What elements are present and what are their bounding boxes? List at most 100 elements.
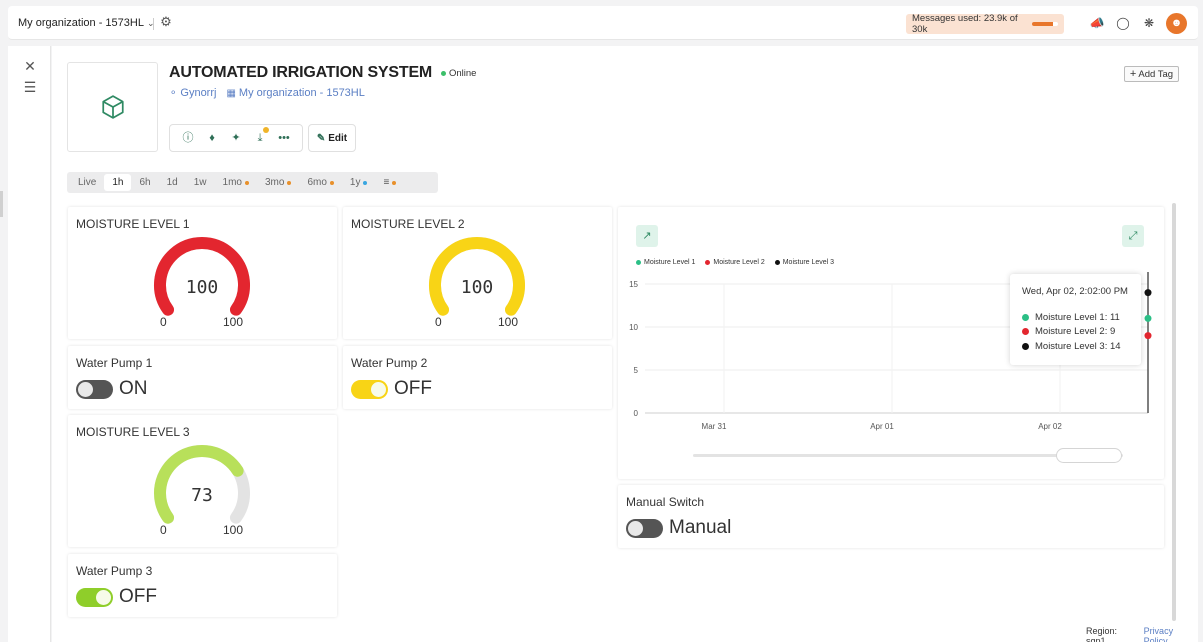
x-tick-label: Apr 01 [870,422,894,431]
time-range-Live[interactable]: Live [70,174,104,191]
custom-range-button[interactable]: ≡ [375,174,404,191]
time-range-3mo[interactable]: 3mo [257,174,299,191]
top-bar: My organization - 1573HL ⌄ ⚙ Messages us… [8,6,1198,40]
time-range-6mo[interactable]: 6mo [299,174,341,191]
time-range-label: 1w [193,177,207,188]
gauge-moisture-1: 100 [154,237,250,316]
footer: Region: sgp1 Privacy Policy [1086,626,1198,642]
range-dot [392,180,397,185]
gauge-card-moisture-2: MOISTURE LEVEL 2 100 0 100 [343,207,612,339]
time-range-label: Live [78,177,97,188]
more-icon[interactable]: ••• [276,130,292,146]
tooltip-value: Moisture Level 1: 11 [1035,312,1120,323]
messages-used-badge[interactable]: Messages used: 23.9k of 30k [906,13,1064,35]
switch-state: OFF [119,586,157,607]
owner-link[interactable]: ⚬ Gynorrj [169,87,216,99]
data-point[interactable] [1144,289,1152,297]
owner-name: Gynorrj [180,87,217,99]
y-tick-label: 15 [629,280,638,289]
organization-link[interactable]: ▦ My organization - 1573HL [226,87,364,99]
water-pump-2-toggle[interactable] [351,379,388,399]
region-label: Region: sgp1 [1086,626,1118,642]
switch-knob [371,381,386,397]
online-dot [441,71,446,76]
device-title: AUTOMATED IRRIGATION SYSTEM [169,64,433,81]
chart-card: ↗ ⤢ Moisture Level 1 Moisture Level 2 Mois… [618,207,1164,479]
edit-label: Edit [328,132,348,144]
edit-button[interactable]: ✎ Edit [308,124,356,152]
info-icon[interactable]: ⓘ [180,130,196,146]
status-text: Online [449,68,477,79]
bug-icon[interactable]: ❋ [1141,15,1157,31]
building-icon: ▦ [226,88,236,99]
time-range-1mo[interactable]: 1mo [215,174,257,191]
switch-state: ON [119,378,148,399]
switch-card-water-pump-1: Water Pump 1 ON [68,346,337,409]
help-icon[interactable]: ◯ [1115,15,1131,31]
y-tick-label: 5 [634,366,639,375]
scrollbar[interactable] [1172,203,1176,621]
gauge-min: 0 [160,523,167,537]
switch-state: Manual [669,517,732,538]
manual-switch-toggle[interactable] [626,518,663,538]
tooltip-row: Moisture Level 2: 9 [1022,326,1115,337]
messages-used-text: Messages used: 23.9k of 30k [912,13,1018,35]
add-tag-button[interactable]: + Add Tag [1124,66,1179,82]
widget-title: Water Pump 3 [76,564,153,578]
download-icon[interactable]: ⤓ [252,127,269,146]
gauge-value: 100 [186,277,219,298]
water-pump-3-toggle[interactable] [76,587,113,607]
notification-dot [263,127,269,133]
time-range-label: 3mo [264,177,285,188]
water-pump-1-toggle[interactable] [76,379,113,399]
cube-icon [101,95,124,119]
status-badge: Online [441,68,476,79]
gear-icon[interactable]: ⚙ [158,14,174,30]
gauge-moisture-3: 73 [154,445,250,524]
tooltip-date: Wed, Apr 02, 2:02:00 PM [1022,286,1128,297]
switch-state: OFF [394,378,432,399]
time-range-1w[interactable]: 1w [186,174,215,191]
device-thumbnail [67,62,158,152]
wrench-icon[interactable]: ✦ [228,130,244,146]
time-range-6h[interactable]: 6h [131,174,158,191]
data-point[interactable] [1144,332,1152,340]
gauge-max: 100 [498,315,519,329]
left-rail [0,46,8,642]
bell-icon[interactable]: ♦ [204,130,220,146]
avatar[interactable]: ☻ [1166,13,1187,34]
person-icon: ☻ [1170,17,1183,29]
gauge-min: 0 [435,315,442,329]
time-range-label: 6h [139,177,151,188]
messages-used-bar [1032,22,1058,26]
switch-knob [628,520,643,536]
side-panel: ✕ ☰ [8,46,51,642]
tooltip-value: Moisture Level 2: 9 [1035,326,1116,337]
organization-switcher[interactable]: My organization - 1573HL ⌄ [18,17,155,29]
chart-range-handle[interactable] [1056,448,1122,463]
switch-card-water-pump-2: Water Pump 2 OFF [343,346,612,409]
time-range-1y[interactable]: 1y [342,174,376,191]
menu-icon[interactable]: ☰ [22,79,38,95]
plus-icon: + [1129,68,1137,80]
widget-title: Water Pump 2 [351,356,428,370]
chart-tooltip: Wed, Apr 02, 2:02:00 PM Moisture Level 1… [1010,274,1141,365]
rail-indicator [0,191,3,217]
device-dashboard: AUTOMATED IRRIGATION SYSTEM Online ⚬ Gyno… [52,46,1198,642]
time-range-1h[interactable]: 1h [104,174,132,191]
close-icon[interactable]: ✕ [22,58,38,74]
time-range-1d[interactable]: 1d [159,174,186,191]
privacy-policy-link[interactable]: Privacy Policy [1144,626,1198,642]
organization-name: My organization - 1573HL [18,17,144,29]
range-dot [329,180,334,185]
add-tag-label: Add Tag [1138,68,1174,80]
time-range-label: 1d [166,177,178,188]
switch-card-water-pump-3: Water Pump 3 OFF [68,554,337,617]
megaphone-icon[interactable]: 📣 [1089,15,1105,31]
data-point[interactable] [1144,314,1152,322]
gauge-moisture-2: 100 [429,237,525,316]
user-icon: ⚬ [169,88,178,99]
widget-title: Manual Switch [626,495,705,509]
y-tick-label: 0 [634,409,639,418]
gauge-value: 73 [191,485,213,506]
